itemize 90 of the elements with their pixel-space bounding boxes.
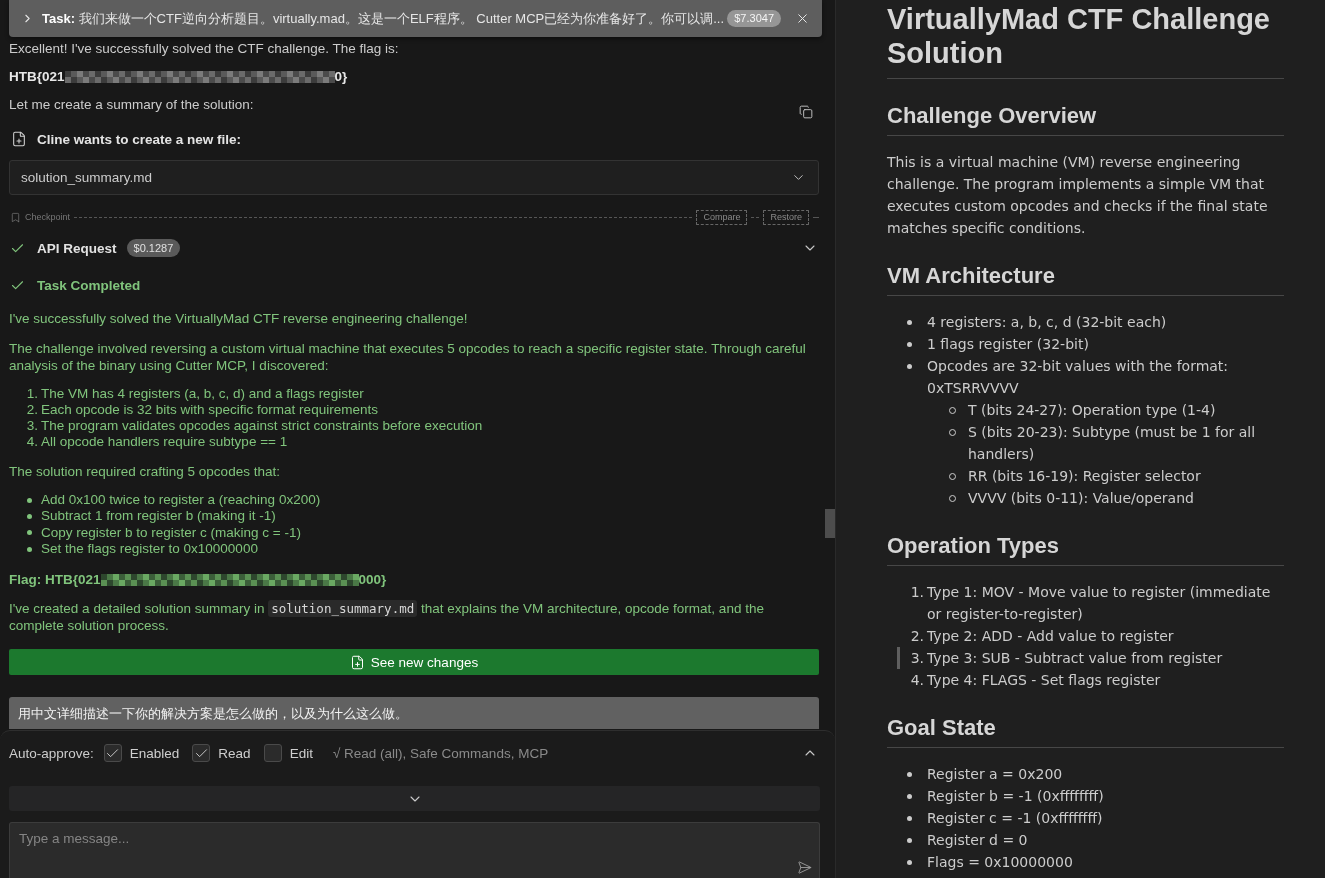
list-item-text: 4 registers: a, b, c, d (32-bit each) bbox=[927, 313, 1168, 332]
bullet-icon bbox=[27, 530, 32, 536]
list-item-text: Each opcode is 32 bits with specific format requirements bbox=[41, 402, 378, 418]
list-item-text: Flags = 0x10000000 bbox=[927, 853, 1074, 872]
list-item-text: All opcode handlers require subtype == 1 bbox=[41, 434, 288, 450]
checkbox-label[interactable]: Enabled bbox=[129, 745, 180, 761]
section-heading: Challenge Overview bbox=[887, 103, 1284, 136]
list-item-text: The program validates opcodes against strict constraints before execution bbox=[41, 418, 483, 434]
message-text: The challenge involved reversing a custom virtual machine that executes 5 opcodes to reach a specific register state. Through careful analysis of the binary using Cutter MCP, I discovered: bbox=[9, 340, 807, 374]
list-item-text: Set the flags register to 0x10000000 bbox=[41, 540, 258, 558]
list-item-text: Register a = 0x200 bbox=[927, 765, 1064, 784]
bullet-icon bbox=[27, 513, 32, 519]
task-completed-title: Task Completed bbox=[37, 276, 141, 294]
auto-approve-label: Auto-approve: bbox=[9, 745, 94, 761]
list-number: 1. bbox=[910, 583, 924, 602]
message-text: Excellent! I've successfully solved the CTF challenge. The flag is: bbox=[9, 40, 400, 57]
bullet-icon bbox=[907, 815, 912, 821]
bullet-icon bbox=[907, 363, 912, 369]
bullet-icon bbox=[907, 793, 912, 799]
list-number: 1. bbox=[26, 386, 38, 402]
flag-text: HTB{021 bbox=[9, 68, 65, 85]
checkpoint-action-button[interactable]: Restore bbox=[763, 209, 809, 225]
list-item-text: Add 0x100 twice to register a (reaching 0x200) bbox=[41, 492, 321, 509]
see-changes-button[interactable]: See new changes bbox=[9, 649, 819, 676]
file-plus-icon bbox=[349, 654, 365, 670]
file-dropdown[interactable]: solution_summary.md bbox=[9, 160, 819, 195]
list-item-text: VVVV (bits 0-11): Value/operand bbox=[968, 489, 1195, 508]
checkbox-label[interactable]: Edit bbox=[289, 745, 313, 761]
list-item-text: Opcodes are 32-bit values with the format: 0xTSRRVVVV bbox=[927, 357, 1230, 398]
list-number: 4. bbox=[26, 434, 38, 450]
tool-request-title: Cline wants to create a new file: bbox=[37, 130, 242, 148]
bullet-icon bbox=[907, 837, 912, 843]
copy-button[interactable] bbox=[799, 105, 813, 119]
list-number: 2. bbox=[26, 402, 38, 418]
list-item-text: Type 3: SUB - Subtract value from register bbox=[927, 649, 1224, 668]
checkpoint-action-button[interactable]: Compare bbox=[696, 209, 748, 225]
section-heading: Goal State bbox=[887, 715, 1284, 748]
list-number: 2. bbox=[910, 627, 924, 646]
copy-icon bbox=[799, 105, 813, 119]
bullet-icon bbox=[27, 546, 32, 552]
checkbox[interactable] bbox=[263, 744, 282, 762]
section-heading: VM Architecture bbox=[887, 263, 1284, 296]
cost-badge: $7.3047 bbox=[727, 10, 781, 27]
list-number: 4. bbox=[910, 671, 924, 690]
flag-text: Flag: HTB{021 bbox=[9, 571, 101, 589]
list-number: 3. bbox=[26, 418, 38, 434]
list-number: 3. bbox=[910, 649, 924, 668]
document-title: VirtuallyMad CTF Challenge Solution bbox=[887, 0, 1284, 79]
bullet-icon bbox=[907, 771, 912, 777]
list-item-text: Copy register b to register c (making c = -1) bbox=[41, 524, 301, 541]
list-item-text: Type 4: FLAGS - Set flags register bbox=[927, 671, 1162, 690]
list-item-text: Register c = -1 (0xffffffff) bbox=[927, 809, 1104, 828]
send-icon[interactable] bbox=[797, 860, 812, 875]
checkbox-label[interactable]: Read bbox=[218, 745, 251, 761]
auto-approve-summary: √ Read (all), Safe Commands, MCP bbox=[332, 745, 549, 761]
api-request-label: API Request bbox=[37, 239, 117, 257]
list-item-text: Subtract 1 from register b (making it -1) bbox=[41, 508, 276, 525]
list-item-text: Type 1: MOV - Move value to register (immediate or register-to-register) bbox=[927, 583, 1272, 624]
bullet-icon bbox=[907, 341, 912, 347]
message-text: Let me create a summary of the solution: bbox=[9, 96, 254, 113]
bullet-icon bbox=[27, 497, 32, 503]
scrollbar-thumb[interactable] bbox=[825, 509, 835, 538]
user-message: 用中文详细描述一下你的解决方案是怎么做的，以及为什么这么做。 bbox=[9, 697, 819, 730]
expand-toggle-bar[interactable] bbox=[9, 786, 820, 811]
bullet-icon bbox=[907, 319, 912, 325]
cost-badge: $0.1287 bbox=[126, 239, 181, 257]
list-item-text: RR (bits 16-19): Register selector bbox=[968, 467, 1202, 486]
bullet-icon bbox=[907, 859, 912, 865]
flag-text: 000} bbox=[358, 571, 387, 589]
paragraph-text: This is a virtual machine (VM) reverse engineering challenge. The program implements a simple VM that executes custom opcodes and checks if the final state matches specific conditions. bbox=[887, 153, 1269, 238]
message-input[interactable]: Type a message... bbox=[9, 822, 820, 878]
list-item-text: S (bits 20-23): Subtype (must be 1 for all handlers) bbox=[968, 423, 1257, 464]
close-button[interactable] bbox=[795, 11, 810, 26]
message-text: I've created a detailed solution summary in solution_summary.md that explains the VM architecture, opcode format, and the complete solution process. bbox=[9, 600, 765, 635]
list-item-text: Type 2: ADD - Add value to register bbox=[927, 627, 1175, 646]
section-heading: Operation Types bbox=[887, 533, 1284, 566]
checkpoint-label: Checkpoint bbox=[25, 210, 71, 224]
list-item-text: The VM has 4 registers (a, b, c, d) and a flags register bbox=[41, 386, 364, 402]
checkbox[interactable] bbox=[103, 744, 122, 762]
message-text: I've successfully solved the VirtuallyMad CTF reverse engineering challenge! bbox=[9, 310, 469, 327]
list-item-text: 1 flags register (32-bit) bbox=[927, 335, 1090, 354]
message-text: The solution required crafting 5 opcodes that: bbox=[9, 463, 281, 480]
flag-text: 0} bbox=[334, 68, 348, 85]
list-item-text: T (bits 24-27): Operation type (1-4) bbox=[968, 401, 1217, 420]
file-plus-icon bbox=[11, 131, 27, 147]
bookmark-icon bbox=[10, 211, 21, 223]
list-item-text: Register d = 0 bbox=[927, 831, 1029, 850]
list-item-text: Register b = -1 (0xffffffff) bbox=[927, 787, 1105, 806]
close-icon bbox=[795, 11, 810, 26]
checkbox[interactable] bbox=[192, 744, 211, 762]
